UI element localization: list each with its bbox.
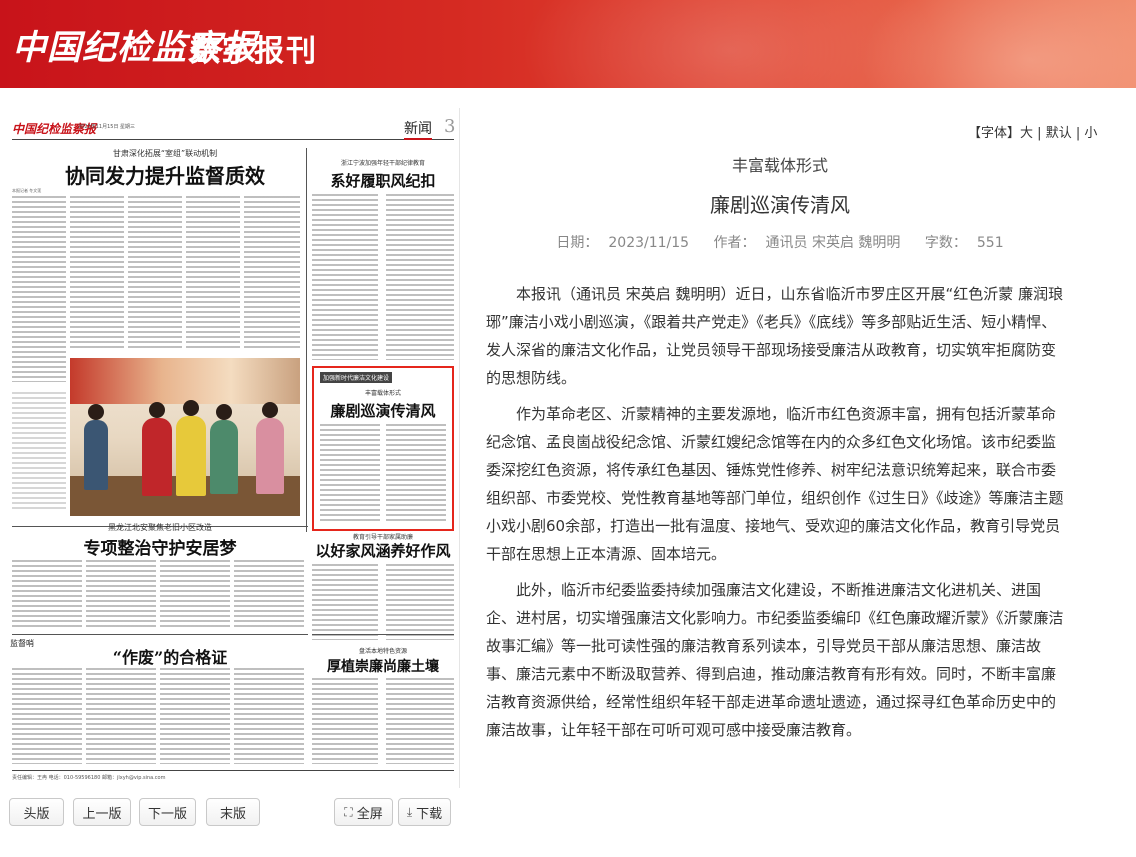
article-title: 廉剧巡演传清风 <box>710 193 850 217</box>
section-rule <box>312 634 454 635</box>
story-kicker: 丰富载体形式 <box>364 390 401 397</box>
photo-figure <box>176 416 206 496</box>
word-count-value: 551 <box>976 235 1004 251</box>
column-label: 监督哨 <box>10 639 34 648</box>
font-separator: | <box>1071 126 1085 141</box>
article-body: 本报讯（通讯员 宋英启 魏明明）近日，山东省临沂市罗庄区开展“红色沂蒙 廉润琅琊… <box>486 280 1070 752</box>
site-subtitle: 数字报刊 <box>190 34 318 69</box>
font-size-controls: 【字体】大 | 默认 | 小 <box>968 122 1097 141</box>
story-text-column <box>234 560 304 630</box>
page-number: 3 <box>444 116 456 137</box>
story-kicker: 浙江宁波加强年轻干部纪律教育 <box>340 160 425 167</box>
first-page-button[interactable]: 头版 <box>9 798 64 826</box>
page-date: 2023年11月15日 星期三 <box>78 124 136 130</box>
story-text-column <box>312 564 378 640</box>
article-paragraph: 此外，临沂市纪委监委持续加强廉洁文化建设，不断推进廉洁文化进机关、进国企、进村居… <box>486 581 1064 739</box>
story-headline[interactable]: 系好履职风纪扣 <box>312 170 454 191</box>
download-label: 下载 <box>416 806 443 822</box>
photo-figure <box>210 420 238 494</box>
story-text-column <box>86 668 156 764</box>
header-banner: 中国纪检监察报 数字报刊 <box>0 0 1136 88</box>
story-headline[interactable]: 协同发力提升监督质效 <box>40 160 290 189</box>
article-word-count: 字数： 551 <box>920 235 1009 251</box>
story-text-column <box>160 668 230 764</box>
story-kicker: 黑龙江北安聚焦老旧小区改造 <box>108 523 212 532</box>
download-icon: ⤓ <box>406 804 413 819</box>
fullscreen-label: 全屏 <box>356 806 383 822</box>
font-size-label: 【字体】 <box>968 126 1021 141</box>
page-top-bar: 中国纪检监察报 2023年11月15日 星期三 新闻 3 <box>12 116 456 140</box>
story-text-column <box>386 678 454 764</box>
story-text-column <box>312 194 378 360</box>
story-headline[interactable]: “作废”的合格证 <box>70 644 270 668</box>
article-paragraph: 本报讯（通讯员 宋英启 魏明明）近日，山东省临沂市罗庄区开展“红色沂蒙 廉润琅琊… <box>486 285 1064 387</box>
photo-figure-head <box>149 402 165 418</box>
font-small-link[interactable]: 小 <box>1084 126 1097 141</box>
story-text-column <box>160 560 230 630</box>
story-text-column <box>12 560 82 630</box>
story-kicker: 盘活本地特色资源 <box>358 648 407 655</box>
story-text-column <box>234 668 304 764</box>
article-subtitle: 丰富载体形式 <box>731 156 828 175</box>
next-page-button[interactable]: 下一版 <box>139 798 196 826</box>
story-text-column <box>386 564 454 640</box>
story-text-column <box>312 678 378 764</box>
word-count-label: 字数： <box>924 235 967 251</box>
highlighted-story-box[interactable]: 加强新时代廉洁文化建设 丰富载体形式 廉剧巡演传清风 <box>312 366 454 531</box>
story-kicker: 甘肃深化拓展“室组”联动机制 <box>112 149 218 158</box>
story-text-column <box>320 424 380 524</box>
page-footer: 责任编辑：王冉 电话：010-59596180 邮箱：jlxyh@vip.sin… <box>12 770 454 781</box>
article-author: 作者： 通讯员 宋英启 魏明明 <box>709 235 906 251</box>
story-headline[interactable]: 以好家风涵养好作风 <box>312 540 454 561</box>
photo-figure-head <box>216 404 232 420</box>
news-photo[interactable] <box>70 358 300 516</box>
page-section-name: 新闻 <box>404 118 432 140</box>
story-headline[interactable]: 廉剧巡演传清风 <box>314 400 452 421</box>
font-default-link[interactable]: 默认 <box>1046 126 1072 141</box>
author-label: 作者： <box>713 235 756 251</box>
photo-figure <box>256 418 284 494</box>
newspaper-page[interactable]: 中国纪检监察报 2023年11月15日 星期三 新闻 3 甘肃深化拓展“室组”联… <box>0 108 460 788</box>
article-paragraph: 作为革命老区、沂蒙精神的主要发源地，临沂市红色资源丰富，拥有包括沂蒙革命纪念馆、… <box>486 405 1064 563</box>
photo-figure-head <box>183 400 199 416</box>
font-large-link[interactable]: 大 <box>1020 126 1033 141</box>
article-meta: 日期： 2023/11/15 作者： 通讯员 宋英启 魏明明 字数： 551 <box>490 232 1070 252</box>
photo-caption-text <box>12 392 66 510</box>
story-text-column <box>12 196 66 382</box>
section-rule <box>12 634 308 635</box>
photo-backdrop <box>70 358 300 404</box>
date-label: 日期： <box>556 235 599 251</box>
story-text-column <box>128 196 182 350</box>
fullscreen-icon: ⛶ <box>344 804 353 819</box>
story-text-column <box>386 424 446 524</box>
story-text-column <box>86 560 156 630</box>
last-page-button[interactable]: 末版 <box>206 798 260 826</box>
column-rule <box>306 148 307 532</box>
story-text-column <box>244 196 300 350</box>
story-byline: 本报记者 冬文莲 <box>12 188 42 193</box>
font-separator: | <box>1033 126 1046 141</box>
photo-figure <box>142 418 172 496</box>
story-headline[interactable]: 专项整治守护安居梦 <box>12 534 308 559</box>
story-column-tag: 加强新时代廉洁文化建设 <box>320 372 393 383</box>
download-button[interactable]: ⤓ 下载 <box>398 798 451 826</box>
author-value: 通讯员 宋英启 魏明明 <box>765 235 901 251</box>
story-text-column <box>70 196 124 350</box>
fullscreen-button[interactable]: ⛶ 全屏 <box>334 798 393 826</box>
photo-figure-head <box>88 404 104 420</box>
date-value: 2023/11/15 <box>608 235 690 251</box>
photo-figure <box>84 420 108 490</box>
article-date: 日期： 2023/11/15 <box>551 235 694 251</box>
photo-figure-head <box>262 402 278 418</box>
story-text-column <box>186 196 240 350</box>
prev-page-button[interactable]: 上一版 <box>73 798 131 826</box>
banner-glow <box>860 0 1136 88</box>
story-text-column <box>386 194 454 360</box>
story-headline[interactable]: 厚植崇廉尚廉土壤 <box>312 656 454 676</box>
story-text-column <box>12 668 82 764</box>
